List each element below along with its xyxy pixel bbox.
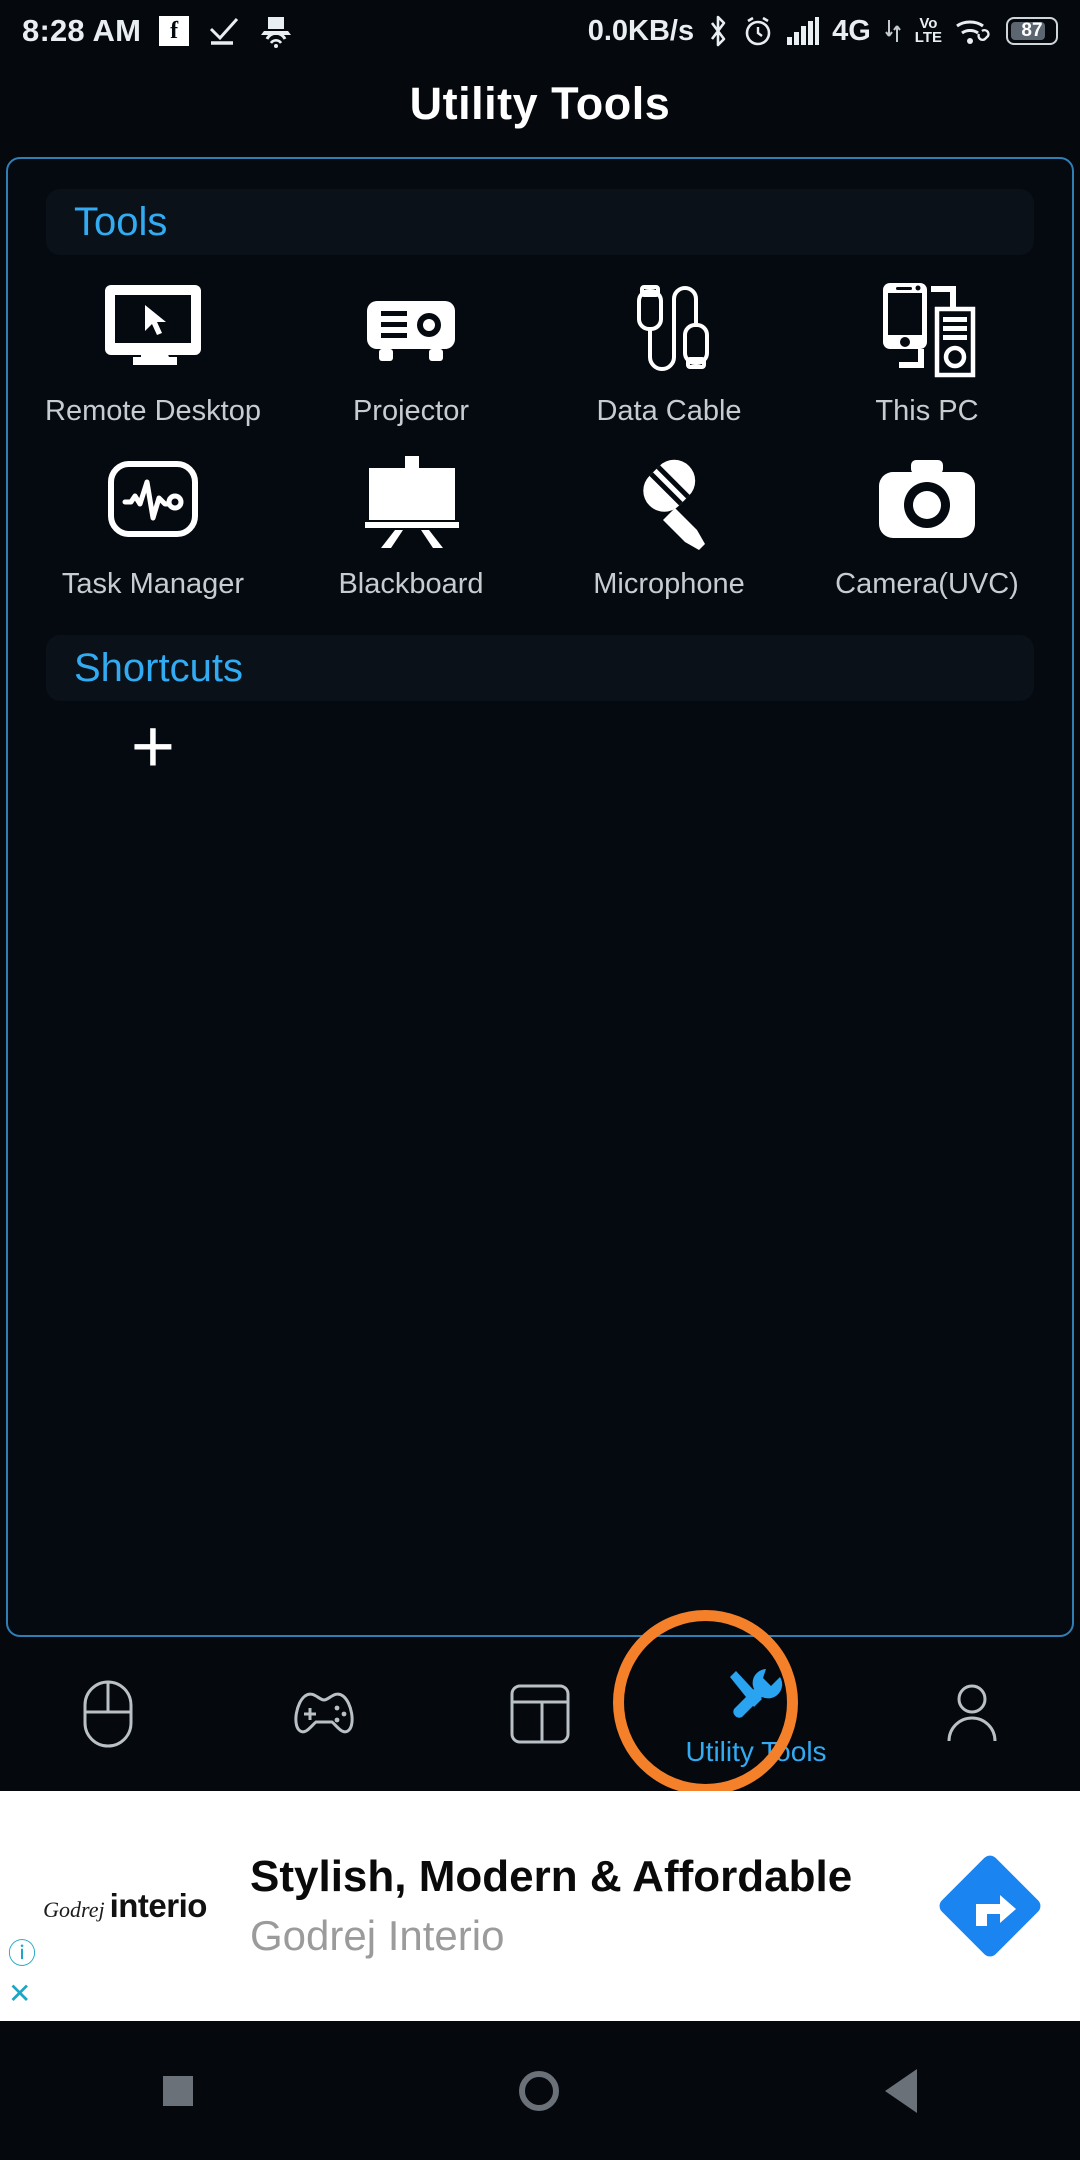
microphone-icon xyxy=(613,446,725,558)
tool-camera-uvc[interactable]: Camera(UVC) xyxy=(798,428,1056,601)
tool-label: Blackboard xyxy=(338,568,484,600)
checkmark-icon xyxy=(207,16,241,46)
blue-arrow-diamond-icon[interactable] xyxy=(900,1846,1080,1966)
ad-copy: Stylish, Modern & Affordable Godrej Inte… xyxy=(250,1852,900,1960)
usb-cable-icon xyxy=(613,273,725,385)
tool-microphone[interactable]: Microphone xyxy=(540,428,798,601)
section-header-shortcuts: Shortcuts xyxy=(46,635,1034,701)
pulse-monitor-icon xyxy=(97,446,209,558)
data-transfer-arrows-icon xyxy=(884,18,902,44)
phone-screen: 8:28 AM f 0.0KB/s 4G Vo LTE 87 Utility T… xyxy=(0,0,1080,2160)
ad-banner[interactable]: Godrej interio Stylish, Modern & Afforda… xyxy=(0,1791,1080,2021)
tool-remote-desktop[interactable]: Remote Desktop xyxy=(24,255,282,428)
triangle-back-icon[interactable] xyxy=(885,2068,917,2113)
tool-label: Projector xyxy=(352,395,470,427)
wifi-link-icon xyxy=(955,16,993,46)
square-recents-icon[interactable] xyxy=(163,2075,193,2106)
tools-grid: Remote Desktop Projector Data Cable This… xyxy=(8,255,1072,601)
phone-pc-icon xyxy=(871,273,983,385)
add-shortcut-button[interactable]: + xyxy=(24,709,282,785)
ad-headline: Stylish, Modern & Affordable xyxy=(250,1852,853,1901)
bluetooth-icon xyxy=(707,14,729,48)
ad-brand-script: Godrej xyxy=(43,1897,105,1922)
tool-label: Remote Desktop xyxy=(45,395,261,427)
network-speed: 0.0KB/s xyxy=(587,14,695,47)
system-navigation-bar xyxy=(0,2021,1080,2160)
nav-item-mouse[interactable] xyxy=(0,1641,216,1791)
gamepad-icon xyxy=(285,1684,363,1749)
tool-task-manager[interactable]: Task Manager xyxy=(24,428,282,601)
ad-brand-name: interio xyxy=(109,1887,208,1924)
camera-icon xyxy=(871,446,983,558)
alarm-clock-icon xyxy=(742,15,774,47)
mouse-icon xyxy=(79,1678,137,1755)
battery-level: 87 xyxy=(1021,20,1043,41)
monitor-cursor-icon xyxy=(97,273,209,385)
shortcuts-grid: + xyxy=(8,701,1072,785)
projector-icon xyxy=(355,273,467,385)
content-panel: Tools Remote Desktop Projector Data Cabl… xyxy=(6,157,1074,1637)
tool-label: This PC xyxy=(875,395,979,427)
status-bar-right: 0.0KB/s 4G Vo LTE 87 xyxy=(588,14,1058,48)
tool-data-cable[interactable]: Data Cable xyxy=(540,255,798,428)
shortcuts-label: Shortcuts xyxy=(74,645,243,690)
easel-board-icon xyxy=(355,446,467,558)
ad-controls: ⓘ ✕ xyxy=(8,1940,36,2008)
tool-this-pc[interactable]: This PC xyxy=(798,255,1056,428)
circle-home-icon[interactable] xyxy=(519,2070,559,2111)
person-icon xyxy=(943,1681,1001,1752)
plus-icon[interactable]: + xyxy=(131,709,175,785)
tool-blackboard[interactable]: Blackboard xyxy=(282,428,540,601)
orange-circle-annotation xyxy=(613,1610,798,1795)
tool-label: Task Manager xyxy=(61,568,245,600)
signal-bars-icon xyxy=(787,17,820,45)
ad-close-icon[interactable]: ✕ xyxy=(8,1980,36,2008)
network-type: 4G xyxy=(832,14,871,47)
tool-label: Microphone xyxy=(593,568,745,600)
volte-indicator: Vo LTE xyxy=(914,15,942,46)
ad-advertiser: Godrej Interio xyxy=(250,1912,505,1959)
status-bar-left: 8:28 AM f xyxy=(22,13,293,49)
tool-label: Data Cable xyxy=(596,395,742,427)
laptop-wifi-icon xyxy=(259,14,293,48)
nav-item-profile[interactable] xyxy=(864,1641,1080,1791)
page-title: Utility Tools xyxy=(409,78,671,129)
tool-label: Camera(UVC) xyxy=(835,568,1019,600)
facebook-icon: f xyxy=(159,16,190,46)
layout-panel-icon xyxy=(508,1682,572,1751)
ad-brand-logo: Godrej interio xyxy=(0,1887,250,1925)
status-time: 8:28 AM xyxy=(22,13,142,48)
nav-item-gamepad[interactable] xyxy=(216,1641,432,1791)
status-bar: 8:28 AM f 0.0KB/s 4G Vo LTE 87 xyxy=(0,0,1080,62)
tools-label: Tools xyxy=(74,199,168,244)
ad-info-icon[interactable]: ⓘ xyxy=(8,1940,36,1968)
tool-projector[interactable]: Projector xyxy=(282,255,540,428)
battery-icon: 87 xyxy=(1006,17,1058,45)
bottom-nav: Utility Tools xyxy=(0,1641,1080,1791)
section-header-tools: Tools xyxy=(46,189,1034,255)
